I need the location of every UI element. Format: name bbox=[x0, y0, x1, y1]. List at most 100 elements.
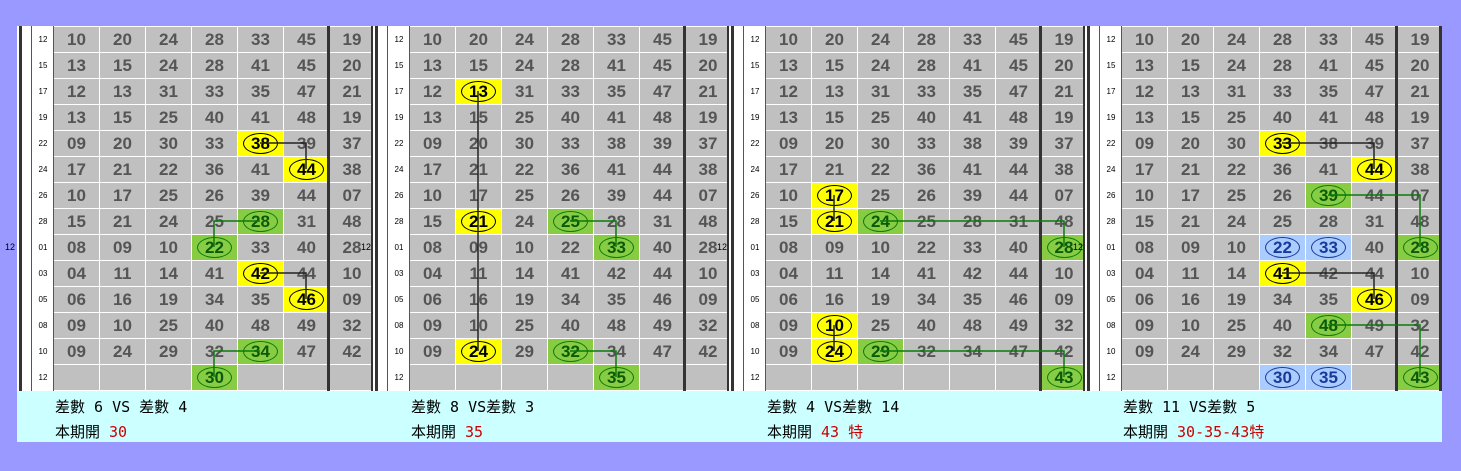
grid-cell: 10 bbox=[54, 183, 99, 208]
grid-cell: 38 bbox=[950, 131, 995, 156]
row-label: 26 bbox=[394, 191, 404, 200]
grid-cell: 34 bbox=[548, 287, 593, 312]
grid-cell: 14 bbox=[502, 261, 547, 286]
grid-cell: 45 bbox=[284, 53, 329, 78]
grid-cell: 09 bbox=[100, 235, 145, 260]
row-label: 12 bbox=[38, 35, 48, 44]
month-label: 12 bbox=[1073, 242, 1084, 252]
grid-cell: 47 bbox=[640, 79, 685, 104]
grid-cell: 31 bbox=[858, 79, 903, 104]
grid-cell: 04 bbox=[766, 261, 811, 286]
grid-cell: 35 bbox=[594, 79, 639, 104]
grid-cell: 17 bbox=[1122, 157, 1167, 182]
grid-cell: 25 bbox=[858, 313, 903, 338]
drawn-number: 10 bbox=[812, 313, 857, 338]
grid-cell: 12 bbox=[766, 79, 811, 104]
grid-cell: 42 bbox=[686, 339, 730, 364]
grid-cell: 19 bbox=[686, 105, 730, 130]
grid-cell: 19 bbox=[1214, 287, 1259, 312]
column-divider bbox=[731, 26, 734, 391]
grid-cell: 31 bbox=[284, 209, 329, 234]
month-label: 12 bbox=[361, 242, 372, 252]
drawn-number: 35 bbox=[594, 365, 639, 390]
grid-cell bbox=[858, 365, 903, 390]
footer-0: 差數 6 VS 差數 4 本期開 30 bbox=[17, 391, 374, 442]
grid-cell: 28 bbox=[548, 27, 593, 52]
column-divider bbox=[1099, 26, 1100, 391]
grid-cell: 19 bbox=[858, 287, 903, 312]
grid-cell: 45 bbox=[996, 53, 1041, 78]
row-label: 08 bbox=[394, 321, 404, 330]
drawn-number: 34 bbox=[238, 339, 283, 364]
grid-cell: 24 bbox=[858, 53, 903, 78]
grid-cell: 09 bbox=[330, 287, 374, 312]
column-divider bbox=[683, 26, 686, 391]
grid-cell: 44 bbox=[996, 261, 1041, 286]
grid-cell bbox=[284, 365, 329, 390]
panel-2: 12 15 17 19 22 24 26 28 01 03 05 08 10 12 12 10 20 24 28 33… bbox=[717, 26, 1086, 391]
grid-cell: 24 bbox=[100, 339, 145, 364]
grid-cell: 47 bbox=[640, 339, 685, 364]
grid-cell: 10 bbox=[1214, 235, 1259, 260]
row-label: 10 bbox=[394, 347, 404, 356]
grid-cell: 22 bbox=[548, 235, 593, 260]
grid-cell: 19 bbox=[686, 27, 730, 52]
grid-cell: 33 bbox=[904, 79, 949, 104]
drawn-number: 43 bbox=[1398, 365, 1442, 390]
draw-label: 本期開 bbox=[767, 423, 822, 441]
grid-cell: 15 bbox=[54, 209, 99, 234]
row-label: 01 bbox=[1106, 243, 1116, 252]
column-divider bbox=[765, 26, 766, 391]
drawn-number: 48 bbox=[1306, 313, 1351, 338]
grid-cell: 10 bbox=[766, 27, 811, 52]
grid-cell: 31 bbox=[640, 209, 685, 234]
grid-cell: 33 bbox=[192, 131, 237, 156]
grid-cell: 15 bbox=[766, 209, 811, 234]
grid-cell: 15 bbox=[1168, 53, 1213, 78]
grid-cell bbox=[1214, 365, 1259, 390]
grid-cell: 13 bbox=[1168, 79, 1213, 104]
row-label: 17 bbox=[750, 87, 760, 96]
grid-cell: 41 bbox=[1306, 157, 1351, 182]
grid-cell: 22 bbox=[502, 157, 547, 182]
grid-cell: 25 bbox=[502, 183, 547, 208]
column-divider bbox=[327, 26, 330, 391]
grid-cell: 17 bbox=[54, 157, 99, 182]
row-label: 08 bbox=[1106, 321, 1116, 330]
grid-cell: 35 bbox=[1306, 287, 1351, 312]
grid-cell: 38 bbox=[686, 157, 730, 182]
row-label: 19 bbox=[750, 113, 760, 122]
row-label: 24 bbox=[750, 165, 760, 174]
grid-cell: 11 bbox=[456, 261, 501, 286]
grid-cell: 33 bbox=[238, 27, 283, 52]
grid-cell: 09 bbox=[54, 339, 99, 364]
grid-cell: 15 bbox=[100, 53, 145, 78]
grid-cell: 25 bbox=[146, 313, 191, 338]
grid-cell: 07 bbox=[1398, 183, 1442, 208]
grid-cell: 13 bbox=[766, 53, 811, 78]
panel-1: 12 15 17 19 22 24 26 28 01 03 05 08 10 12 12 10 20 24 28 33… bbox=[361, 26, 730, 391]
grid-cell: 04 bbox=[410, 261, 455, 286]
row-label: 15 bbox=[750, 61, 760, 70]
grid-cell: 42 bbox=[1398, 339, 1442, 364]
grid-cell: 19 bbox=[1398, 105, 1442, 130]
grid-cell: 15 bbox=[1122, 209, 1167, 234]
row-label: 15 bbox=[1106, 61, 1116, 70]
grid-cell: 17 bbox=[456, 183, 501, 208]
row-label: 26 bbox=[750, 191, 760, 200]
grid-cell: 26 bbox=[904, 183, 949, 208]
grid-cell: 34 bbox=[1260, 287, 1305, 312]
grid-cell: 10 bbox=[146, 235, 191, 260]
row-label: 15 bbox=[394, 61, 404, 70]
grid-cell: 21 bbox=[330, 79, 374, 104]
grid-cell: 48 bbox=[1042, 209, 1086, 234]
row-label: 12 bbox=[394, 373, 404, 382]
grid-cell: 09 bbox=[1122, 313, 1167, 338]
draw-label: 本期開 bbox=[411, 423, 466, 441]
grid-cell bbox=[686, 365, 730, 390]
grid-cell: 17 bbox=[410, 157, 455, 182]
grid-cell: 47 bbox=[996, 339, 1041, 364]
drawn-number: 13 bbox=[456, 79, 501, 104]
grid-cell: 41 bbox=[594, 157, 639, 182]
column-divider bbox=[375, 26, 378, 391]
